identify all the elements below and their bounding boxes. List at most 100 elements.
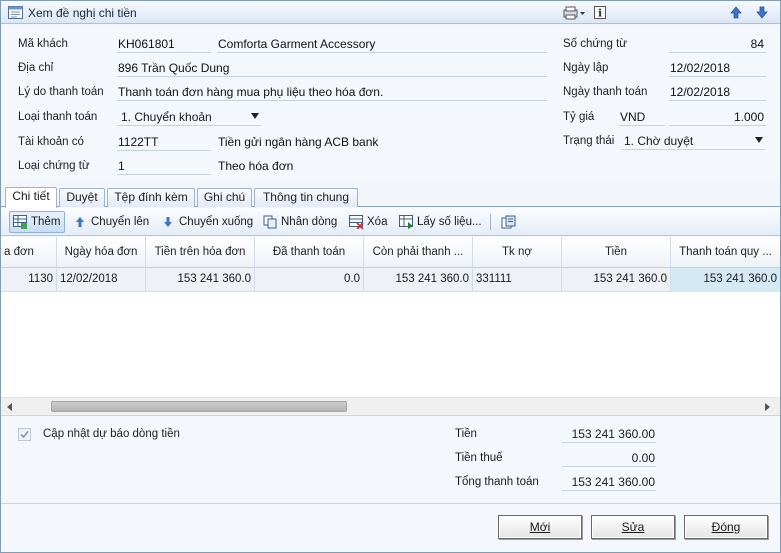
cell-debit-account[interactable]: 331111 bbox=[473, 268, 562, 292]
tab-notes[interactable]: Ghi chú bbox=[197, 188, 252, 207]
edit-button[interactable]: Sửa bbox=[591, 515, 675, 539]
close-button[interactable]: Đóng bbox=[684, 515, 768, 539]
previous-record-button[interactable] bbox=[727, 4, 745, 21]
total-value: 153 241 360.00 bbox=[562, 474, 656, 491]
arrow-up-icon bbox=[76, 217, 84, 227]
credit-account-field[interactable]: 1122TT bbox=[117, 134, 211, 151]
voucher-no-field[interactable]: 84 bbox=[669, 36, 766, 53]
col-amount[interactable]: Tiền bbox=[562, 237, 671, 268]
import-data-icon bbox=[399, 215, 413, 229]
footer-bar: Mới Sửa Đóng bbox=[1, 503, 780, 552]
detail-grid: a đơn Ngày hóa đơn Tiền trên hóa đơn Đã … bbox=[1, 237, 780, 397]
scrollbar-thumb[interactable] bbox=[51, 401, 347, 412]
next-record-button[interactable] bbox=[753, 4, 771, 21]
print-menu-button[interactable] bbox=[561, 4, 587, 21]
get-data-button[interactable]: Lấy số liệu... bbox=[395, 211, 482, 233]
chevron-down-icon bbox=[251, 113, 259, 119]
payment-type-label: Loại thanh toán bbox=[18, 111, 98, 123]
cashflow-checkbox[interactable] bbox=[18, 428, 31, 441]
reason-field[interactable]: Thanh toán đơn hàng mua phụ liệu theo hó… bbox=[117, 84, 547, 101]
arrow-down-icon bbox=[756, 6, 768, 19]
customer-name-field: Comforta Garment Accessory bbox=[217, 36, 547, 53]
amount-label: Tiền bbox=[455, 428, 477, 440]
col-invoice-amount[interactable]: Tiền trên hóa đơn bbox=[146, 237, 255, 268]
doc-type-name: Theo hóa đơn bbox=[218, 159, 294, 173]
tab-approval[interactable]: Duyệt bbox=[59, 188, 105, 207]
move-down-label: Chuyển xuống bbox=[179, 216, 254, 228]
created-date-field[interactable]: 12/02/2018 bbox=[669, 60, 766, 77]
add-row-icon bbox=[13, 215, 27, 229]
status-select[interactable]: 1. Chờ duyệt bbox=[621, 133, 765, 150]
detail-toolbar: Thêm Chuyển lên Chuyển xuống Nhân dòng X… bbox=[1, 208, 780, 236]
printer-icon bbox=[563, 6, 585, 20]
scroll-left-icon[interactable] bbox=[7, 403, 12, 411]
copy-icon bbox=[263, 215, 277, 229]
credit-account-label: Tài khoản có bbox=[18, 136, 84, 148]
status-value: 1. Chờ duyệt bbox=[624, 134, 694, 148]
grid-header: a đơn Ngày hóa đơn Tiền trên hóa đơn Đã … bbox=[1, 237, 780, 268]
dialog-window: Xem đề nghị chi tiền i Mã khách KH061801… bbox=[0, 0, 781, 553]
move-up-button[interactable]: Chuyển lên bbox=[69, 211, 149, 233]
add-row-button[interactable]: Thêm bbox=[9, 211, 65, 233]
move-down-button[interactable]: Chuyển xuống bbox=[157, 211, 254, 233]
payment-date-label: Ngày thanh toán bbox=[563, 86, 648, 98]
window-title: Xem đề nghị chi tiền bbox=[28, 6, 137, 20]
col-converted-payment[interactable]: Thanh toán quy ... bbox=[671, 237, 780, 268]
col-paid[interactable]: Đã thanh toán bbox=[255, 237, 364, 268]
delete-row-icon bbox=[349, 215, 364, 229]
cell-remaining[interactable]: 153 241 360.0 bbox=[364, 268, 473, 292]
col-invoice-date[interactable]: Ngày hóa đơn bbox=[57, 237, 146, 268]
get-data-label: Lấy số liệu... bbox=[417, 216, 482, 228]
cell-paid[interactable]: 0.0 bbox=[255, 268, 364, 292]
currency-field[interactable]: VND bbox=[619, 109, 665, 126]
horizontal-scrollbar[interactable] bbox=[1, 397, 780, 414]
info-icon: i bbox=[594, 6, 606, 20]
cashflow-label: Cập nhật dự báo dòng tiền bbox=[43, 428, 180, 440]
tax-value: 0.00 bbox=[562, 450, 656, 467]
chevron-down-icon bbox=[755, 137, 763, 143]
status-label: Trạng thái bbox=[563, 135, 615, 147]
new-button[interactable]: Mới bbox=[498, 515, 582, 539]
info-button[interactable]: i bbox=[592, 4, 608, 21]
tab-details[interactable]: Chi tiết bbox=[5, 187, 57, 208]
toolbar-separator bbox=[490, 214, 491, 230]
cell-converted-payment[interactable]: 153 241 360.0 bbox=[671, 268, 780, 292]
customer-code-field[interactable]: KH061801 bbox=[117, 36, 211, 53]
cell-amount[interactable]: 153 241 360.0 bbox=[562, 268, 671, 292]
checkmark-icon bbox=[20, 430, 29, 439]
reason-label: Lý do thanh toán bbox=[18, 86, 104, 98]
cell-invoice-amount[interactable]: 153 241 360.0 bbox=[146, 268, 255, 292]
payment-type-value: 1. Chuyển khoản bbox=[121, 110, 212, 124]
tab-attachments[interactable]: Tệp đính kèm bbox=[107, 188, 195, 207]
cell-invoice-no[interactable]: 1130 bbox=[1, 268, 57, 292]
voucher-no-label: Số chứng từ bbox=[563, 38, 627, 50]
address-field[interactable]: 896 Trần Quốc Dung bbox=[117, 60, 547, 77]
add-row-label: Thêm bbox=[31, 216, 61, 228]
summary-panel: Cập nhật dự báo dòng tiền Tiền 153 241 3… bbox=[1, 415, 780, 502]
tax-label: Tiền thuế bbox=[455, 452, 503, 464]
col-remaining[interactable]: Còn phải thanh ... bbox=[364, 237, 473, 268]
rate-field[interactable]: 1.000 bbox=[669, 109, 766, 126]
delete-row-button[interactable]: Xóa bbox=[345, 211, 389, 233]
customer-code-label: Mã khách bbox=[18, 38, 68, 50]
total-label: Tổng thanh toán bbox=[455, 476, 539, 488]
created-date-label: Ngày lập bbox=[563, 62, 609, 74]
doc-type-field[interactable]: 1 bbox=[117, 158, 211, 175]
move-up-label: Chuyển lên bbox=[91, 216, 150, 228]
payment-date-field[interactable]: 12/02/2018 bbox=[669, 84, 766, 101]
tab-general-info[interactable]: Thông tin chung bbox=[254, 188, 358, 207]
delete-row-label: Xóa bbox=[367, 216, 388, 228]
scroll-right-icon[interactable] bbox=[765, 403, 770, 411]
cell-invoice-date[interactable]: 12/02/2018 bbox=[57, 268, 146, 292]
payment-type-select[interactable]: 1. Chuyển khoản bbox=[117, 109, 261, 126]
rate-label: Tỷ giá bbox=[563, 111, 595, 123]
form-icon bbox=[8, 6, 23, 19]
col-invoice-no[interactable]: a đơn bbox=[1, 237, 57, 268]
export-button[interactable] bbox=[497, 211, 521, 233]
tab-strip: Chi tiết Duyệt Tệp đính kèm Ghi chú Thôn… bbox=[1, 187, 780, 208]
title-bar: Xem đề nghị chi tiền i bbox=[1, 1, 780, 24]
amount-value: 153 241 360.00 bbox=[562, 426, 656, 443]
copy-row-button[interactable]: Nhân dòng bbox=[259, 211, 337, 233]
col-debit-account[interactable]: Tk nợ bbox=[473, 237, 562, 268]
table-row[interactable]: 1130 12/02/2018 153 241 360.0 0.0 153 24… bbox=[1, 268, 780, 292]
